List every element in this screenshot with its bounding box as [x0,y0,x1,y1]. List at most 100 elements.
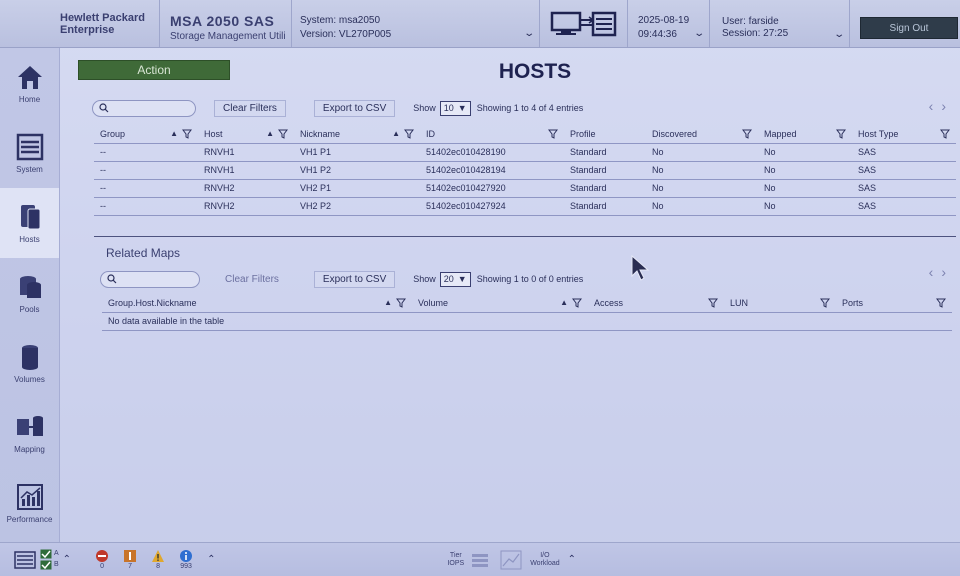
table-header-row: Group ▲ Host ▲ Nickname ▲ ID Profile Discov… [94,125,956,143]
cell-host: RNVH2 [198,178,294,197]
column-header-access[interactable]: Access [588,294,724,312]
filter-icon[interactable] [278,129,288,139]
column-header-host-type[interactable]: Host Type [852,125,956,143]
hosts-search-input[interactable] [92,99,196,117]
sort-asc-icon[interactable]: ▲ [560,298,568,307]
sidebar-item-system[interactable]: System [0,118,59,188]
system-icon [16,133,43,161]
sort-asc-icon[interactable]: ▲ [170,129,178,138]
tier-iops-widget[interactable]: Tier IOPS [447,552,490,568]
cell-discovered: No [646,160,758,179]
chevron-down-icon[interactable]: ⌄ [833,29,845,41]
tier-bars-icon [472,553,489,567]
empty-table-message: No data available in the table [102,311,952,331]
filter-icon[interactable] [820,298,830,308]
cell-mapped: No [758,142,852,161]
cell-host: RNVH1 [198,142,294,161]
critical-icon [124,549,137,562]
chevron-up-icon[interactable]: ⌃ [63,554,71,565]
chevron-left-icon[interactable]: ‹ [929,264,942,280]
search-icon [107,274,117,284]
sidebar-item-hosts[interactable]: Hosts [0,188,59,258]
alert-counts[interactable]: 0 7 8 993 ⌃ [95,549,215,571]
chevron-down-icon[interactable]: ⌄ [693,27,705,41]
datetime-panel[interactable]: 2025-08-19 09:44:36 ⌄ [628,0,710,47]
table-row[interactable]: -- RNVH1 VH1 P2 51402ec010428194 Standar… [94,160,956,179]
warning-alert[interactable]: 8 [151,549,165,571]
related-search-input[interactable] [100,270,200,288]
error-alert[interactable]: 0 [95,549,109,571]
entries-info: Showing 1 to 4 of 4 entries [476,103,584,113]
error-icon [96,549,109,562]
filter-icon[interactable] [836,129,846,139]
chevron-down-icon[interactable]: ⌄ [523,27,535,41]
column-header-nickname[interactable]: Nickname ▲ [294,125,420,143]
filter-icon[interactable] [572,298,582,308]
enclosure-icon [14,550,36,569]
search-icon [99,103,109,113]
system-info-panel[interactable]: System: msa2050 Version: VL270P005 ⌄ [292,0,540,47]
sidebar-item-home[interactable]: Home [0,48,59,118]
table-header-row: Group.Host.Nickname ▲ Volume ▲ Access LUN … [102,294,952,312]
filter-icon[interactable] [936,298,946,308]
sidebar-item-volumes[interactable]: Volumes [0,328,59,398]
chevron-right-icon[interactable]: › [941,264,954,280]
column-header-discovered[interactable]: Discovered [646,125,758,143]
filter-icon[interactable] [708,298,718,308]
show-entries-value: 10 [443,103,454,113]
filter-icon[interactable] [182,129,192,139]
info-alert[interactable]: 993 [179,549,193,571]
cell-group: -- [94,178,198,197]
warning-count: 8 [156,562,161,570]
main-content: Action HOSTS Clear Filters Export to CSV… [62,48,960,542]
column-header-id[interactable]: ID [420,125,564,143]
sort-asc-icon[interactable]: ▲ [266,129,274,138]
table-row[interactable]: -- RNVH1 VH1 P1 51402ec010428190 Standar… [94,142,956,161]
column-header-mapped[interactable]: Mapped [758,125,852,143]
filter-icon[interactable] [548,129,558,139]
sort-asc-icon[interactable]: ▲ [392,129,400,138]
column-header-group[interactable]: Group ▲ [94,125,198,143]
related-toolbar: Clear Filters Export to CSV Show 20 ▼ Sh… [100,270,583,288]
related-export-csv-button[interactable]: Export to CSV [313,270,396,288]
column-header-group-host-nickname[interactable]: Group.Host.Nickname ▲ [102,294,412,312]
clear-filters-button[interactable]: Clear Filters [214,99,286,117]
controller-status[interactable]: A B ⌃ [14,549,71,570]
table-row[interactable]: -- RNVH2 VH2 P1 51402ec010427920 Standar… [94,178,956,197]
export-csv-button[interactable]: Export to CSV [313,99,396,117]
sidebar-nav: Home System Hosts Pools Volumes Mapping … [0,48,60,542]
filter-icon[interactable] [940,129,950,139]
io-workload-widget[interactable]: I/O Workload ⌃ [500,550,576,570]
sidebar-item-performance[interactable]: Performance [0,468,59,538]
cell-host-type: SAS [852,178,956,197]
critical-alert[interactable]: 7 [123,549,137,571]
chevron-up-icon[interactable]: ⌃ [568,554,576,565]
chevron-down-icon: ▼ [457,274,467,284]
column-header-ports[interactable]: Ports [836,294,952,312]
column-header-profile[interactable]: Profile [564,125,646,143]
user-panel[interactable]: User: farside Session: 27:25 ⌄ [710,0,850,47]
column-header-label: Nickname [300,128,341,139]
related-show-entries-select[interactable]: 20 ▼ [439,271,471,287]
controller-status-button[interactable] [540,0,628,47]
show-entries-select[interactable]: 10 ▼ [439,100,471,116]
table-row[interactable]: -- RNVH2 VH2 P2 51402ec010427924 Standar… [94,196,956,216]
column-header-host[interactable]: Host ▲ [198,125,294,143]
filter-icon[interactable] [404,129,414,139]
sidebar-item-pools[interactable]: Pools [0,258,59,328]
chevron-up-icon[interactable]: ⌃ [207,554,215,565]
mouse-cursor-icon [631,254,650,281]
critical-count: 7 [128,562,133,570]
filter-icon[interactable] [742,129,752,139]
column-header-lun[interactable]: LUN [724,294,836,312]
chevron-left-icon[interactable]: ‹ [929,98,942,114]
sidebar-item-mapping[interactable]: Mapping [0,398,59,468]
hosts-table: Group ▲ Host ▲ Nickname ▲ ID Profile Discov… [94,125,956,216]
related-clear-filters-button[interactable]: Clear Filters [216,271,288,288]
column-header-volume[interactable]: Volume ▲ [412,294,588,312]
sort-asc-icon[interactable]: ▲ [384,298,392,307]
column-header-label: ID [426,128,435,139]
filter-icon[interactable] [396,298,406,308]
sign-out-button[interactable]: Sign Out [860,17,958,39]
chevron-right-icon[interactable]: › [941,98,954,114]
